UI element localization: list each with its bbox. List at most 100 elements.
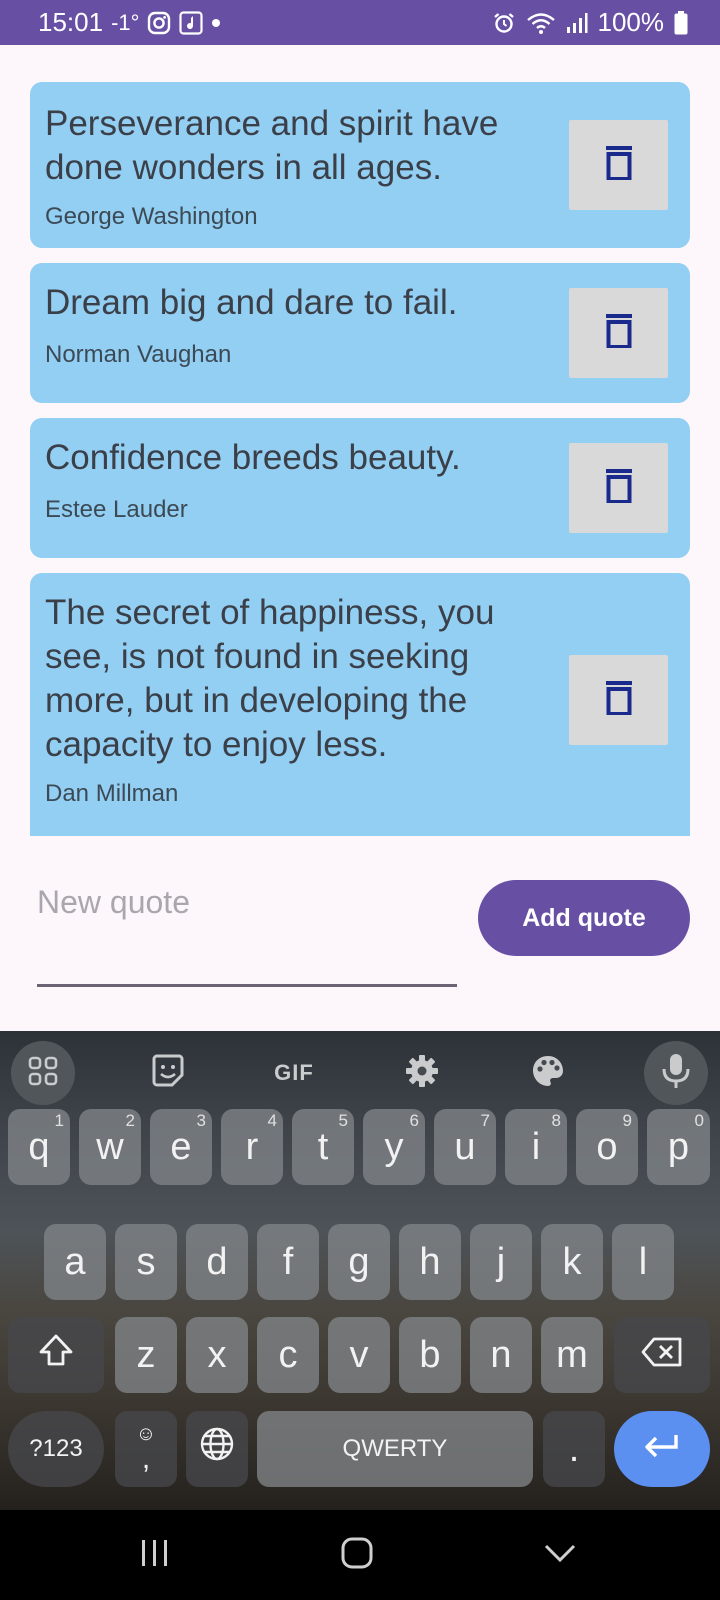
navigation-bar <box>0 1510 720 1600</box>
enter-icon <box>642 1428 682 1471</box>
status-right: 100% <box>492 7 689 38</box>
back-button[interactable] <box>530 1532 590 1578</box>
gif-button[interactable]: GIF <box>262 1041 326 1105</box>
key-l[interactable]: l <box>612 1224 674 1300</box>
key-w[interactable]: w2 <box>79 1109 141 1185</box>
settings-icon <box>405 1054 439 1093</box>
trash-icon <box>605 311 632 353</box>
key-hint: 0 <box>694 1111 704 1130</box>
key-x[interactable]: x <box>186 1317 248 1393</box>
key-q[interactable]: q1 <box>8 1109 70 1185</box>
key-h[interactable]: h <box>399 1224 461 1300</box>
key-label: i <box>531 1125 541 1168</box>
quote-text: The secret of happiness, you see, is not… <box>45 593 495 764</box>
quote-author: Norman Vaughan <box>45 341 232 368</box>
theme-button[interactable] <box>516 1041 580 1105</box>
enter-key[interactable] <box>614 1411 710 1487</box>
key-s[interactable]: s <box>115 1224 177 1300</box>
quote-author: Dan Millman <box>45 780 179 807</box>
language-key[interactable] <box>186 1411 248 1487</box>
key-label: e <box>170 1125 192 1168</box>
key-hint: 7 <box>480 1111 490 1130</box>
voice-input-button[interactable] <box>644 1041 708 1105</box>
trash-icon <box>605 466 632 508</box>
key-j[interactable]: j <box>470 1224 532 1300</box>
key-o[interactable]: o9 <box>576 1109 638 1185</box>
quote-card: Dream big and dare to fail. Norman Vaugh… <box>30 263 690 403</box>
key-label: p <box>667 1125 690 1168</box>
signal-icon <box>566 12 588 34</box>
key-k[interactable]: k <box>541 1224 603 1300</box>
quote-card: Perseverance and spirit have done wonder… <box>30 82 690 248</box>
key-a[interactable]: a <box>44 1224 106 1300</box>
key-v[interactable]: v <box>328 1317 390 1393</box>
key-n[interactable]: n <box>470 1317 532 1393</box>
comma-key[interactable]: ☺ , <box>115 1411 177 1487</box>
key-hint: 5 <box>338 1111 348 1130</box>
key-z[interactable]: z <box>115 1317 177 1393</box>
new-quote-input[interactable] <box>37 872 457 932</box>
key-b[interactable]: b <box>399 1317 461 1393</box>
key-t[interactable]: t5 <box>292 1109 354 1185</box>
backspace-icon <box>641 1334 683 1377</box>
key-label: r <box>245 1125 259 1168</box>
home-icon <box>341 1537 373 1574</box>
sticker-button[interactable] <box>136 1041 200 1105</box>
palette-icon <box>531 1054 565 1093</box>
quote-author: George Washington <box>45 203 258 230</box>
key-u[interactable]: u7 <box>434 1109 496 1185</box>
key-g[interactable]: g <box>328 1224 390 1300</box>
sticker-icon <box>150 1053 186 1094</box>
settings-button[interactable] <box>390 1041 454 1105</box>
status-time: 15:01 <box>38 7 104 37</box>
recent-apps-button[interactable] <box>125 1532 185 1578</box>
key-f[interactable]: f <box>257 1224 319 1300</box>
delete-quote-button[interactable] <box>569 288 668 378</box>
key-hint: 1 <box>54 1111 64 1130</box>
key-d[interactable]: d <box>186 1224 248 1300</box>
symbols-key[interactable]: ?123 <box>8 1411 104 1487</box>
key-label: w <box>96 1125 124 1168</box>
microphone-icon <box>661 1053 691 1094</box>
delete-quote-button[interactable] <box>569 443 668 533</box>
quote-text: Dream big and dare to fail. <box>45 283 458 322</box>
recent-apps-icon <box>139 1539 171 1572</box>
music-app-icon <box>179 10 204 35</box>
key-m[interactable]: m <box>541 1317 603 1393</box>
key-hint: 9 <box>622 1111 632 1130</box>
key-y[interactable]: y6 <box>363 1109 425 1185</box>
space-key[interactable]: QWERTY <box>257 1411 533 1487</box>
comma-label: , <box>141 1442 151 1475</box>
key-label: u <box>454 1125 476 1168</box>
shift-key[interactable] <box>8 1317 104 1393</box>
instagram-icon <box>147 11 171 35</box>
battery-percent: 100% <box>597 7 665 37</box>
backspace-key[interactable] <box>614 1317 710 1393</box>
key-hint: 2 <box>125 1111 135 1130</box>
key-c[interactable]: c <box>257 1317 319 1393</box>
key-hint: 6 <box>409 1111 419 1130</box>
key-p[interactable]: p0 <box>647 1109 710 1185</box>
key-hint: 4 <box>267 1111 277 1130</box>
emoji-hint: ☺ <box>135 1423 157 1445</box>
key-i[interactable]: i8 <box>505 1109 567 1185</box>
wifi-icon <box>526 11 556 35</box>
key-e[interactable]: e3 <box>150 1109 212 1185</box>
quote-text: Perseverance and spirit have done wonder… <box>45 104 499 187</box>
delete-quote-button[interactable] <box>569 120 668 210</box>
trash-icon <box>605 143 632 185</box>
battery-icon <box>674 10 688 35</box>
status-bar: 15:01 -1° 100% <box>0 0 720 45</box>
add-quote-button[interactable]: Add quote <box>478 880 690 956</box>
apps-grid-icon <box>27 1055 59 1092</box>
globe-icon <box>199 1426 235 1472</box>
status-left: 15:01 -1° <box>38 7 221 38</box>
quote-card: The secret of happiness, you see, is not… <box>30 573 690 836</box>
apps-grid-button[interactable] <box>11 1041 75 1105</box>
home-button[interactable] <box>327 1532 387 1578</box>
delete-quote-button[interactable] <box>569 655 668 745</box>
period-key[interactable]: . <box>543 1411 605 1487</box>
status-temperature: -1° <box>111 9 140 35</box>
key-r[interactable]: r4 <box>221 1109 283 1185</box>
quote-list[interactable]: Perseverance and spirit have done wonder… <box>30 82 690 836</box>
